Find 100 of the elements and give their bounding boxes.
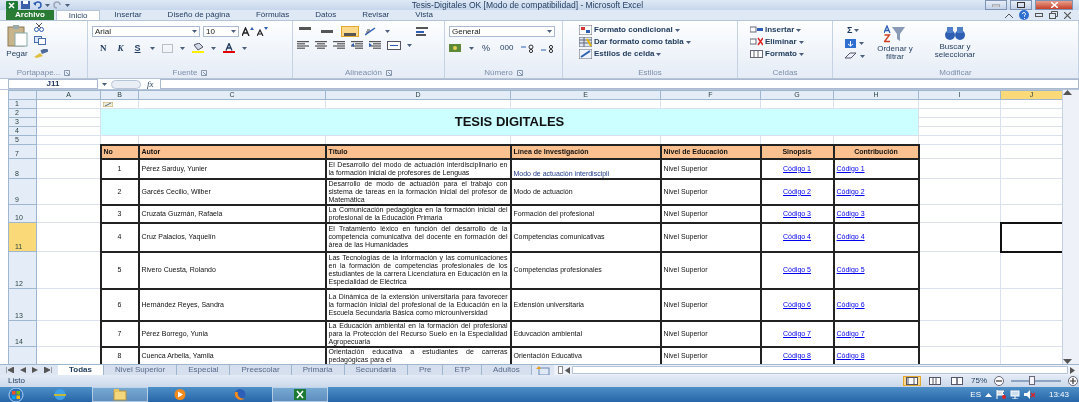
clipboard-icon	[6, 25, 28, 47]
minimize-icon	[992, 3, 1000, 7]
increase-decimal-icon[interactable]	[521, 43, 536, 53]
close-icon[interactable]	[1064, 11, 1071, 19]
view-button[interactable]	[927, 377, 943, 385]
dialog-launcher-icon[interactable]	[516, 70, 523, 76]
eraser-icon[interactable]	[845, 52, 857, 60]
vertical-align-button[interactable]	[341, 26, 359, 37]
font-color-icon[interactable]	[222, 43, 235, 53]
fill-color-icon[interactable]	[191, 43, 204, 53]
font-name-field[interactable]: Arial	[92, 26, 200, 37]
muted-speaker-icon[interactable]	[1023, 390, 1035, 399]
next-sheet-icon[interactable]	[32, 367, 38, 373]
zoom-level[interactable]: 75%	[971, 375, 987, 387]
close-button[interactable]	[1035, 0, 1073, 10]
caret-icon	[231, 30, 236, 33]
italic-button[interactable]: K	[115, 43, 126, 53]
taskbar-button[interactable]	[272, 387, 328, 402]
scroll-right-icon[interactable]	[1070, 366, 1075, 374]
align-center-icon[interactable]	[315, 41, 327, 50]
minimize-icon[interactable]	[1035, 13, 1043, 17]
find-select-button[interactable]: Buscar y seleccionar	[925, 23, 985, 68]
previous-sheet-icon[interactable]	[20, 367, 26, 373]
network-icon[interactable]	[1009, 390, 1020, 399]
cells-menu-button[interactable]: Formato	[748, 49, 828, 59]
input-language[interactable]: ES	[970, 388, 981, 401]
cells-menu-button[interactable]: Eliminar	[748, 37, 828, 47]
view-button[interactable]	[903, 376, 921, 386]
ribbon-tab[interactable]: Diseño de página	[155, 10, 242, 20]
font-size-field[interactable]: 10	[203, 26, 239, 37]
vertical-scrollbar[interactable]	[1062, 90, 1079, 364]
sort-filter-icon	[884, 25, 906, 43]
maximize-button[interactable]	[1010, 0, 1032, 10]
ribbon-tab[interactable]: Revisar	[350, 10, 402, 20]
save-icon[interactable]	[21, 1, 30, 9]
caret-icon	[860, 54, 865, 58]
wrap-text-icon[interactable]	[416, 27, 428, 36]
underline-button[interactable]: S	[132, 43, 143, 53]
clock[interactable]: 13:43	[1038, 388, 1079, 401]
cell-styles-icon	[579, 49, 592, 59]
view-button[interactable]	[949, 377, 965, 385]
align-left-icon[interactable]	[297, 41, 309, 50]
help-icon[interactable]	[1019, 10, 1029, 20]
percent-button[interactable]: %	[480, 43, 492, 53]
increase-indent-icon[interactable]	[369, 41, 381, 50]
caret-icon	[241, 46, 247, 50]
flag-icon[interactable]	[995, 390, 1006, 399]
brush-icon[interactable]	[34, 49, 48, 58]
first-sheet-icon[interactable]	[6, 367, 14, 373]
fill-icon[interactable]	[845, 39, 856, 48]
dialog-launcher-icon[interactable]	[64, 70, 71, 76]
folder-icon	[113, 388, 127, 401]
page-layout-icon	[929, 377, 941, 385]
cells-menu-button[interactable]: Insertar	[748, 25, 828, 35]
split-handle-icon[interactable]	[557, 366, 563, 374]
bold-button[interactable]: N	[98, 43, 109, 53]
ribbon-tab[interactable]: Insertar	[102, 10, 154, 20]
styles-menu-button[interactable]: Formato condicional	[577, 25, 733, 35]
caret-icon	[547, 30, 552, 33]
zoom-slider-thumb[interactable]	[1028, 376, 1035, 385]
name-box[interactable]: J11	[8, 79, 98, 89]
thousands-button[interactable]: 000	[498, 43, 516, 53]
merge-cells-icon[interactable]	[387, 41, 401, 50]
shrink-font-icon[interactable]	[257, 27, 268, 36]
caret-icon	[179, 46, 185, 50]
ribbon-tab[interactable]: Archivo	[6, 10, 54, 20]
decrease-indent-icon[interactable]	[351, 41, 363, 50]
excel-logo-icon	[6, 0, 18, 10]
last-sheet-icon[interactable]	[44, 367, 52, 373]
ribbon-tab[interactable]: Vista	[403, 10, 445, 20]
zoom-in-icon[interactable]	[1067, 376, 1079, 386]
caret-icon	[859, 42, 864, 45]
styles-menu-button[interactable]: Estilos de celda	[577, 49, 733, 59]
fox-globe-icon	[233, 388, 247, 401]
collapse-ribbon-icon[interactable]	[1005, 12, 1013, 18]
decrease-decimal-icon[interactable]	[541, 43, 556, 53]
dialog-launcher-icon[interactable]	[201, 70, 208, 76]
ribbon-tab[interactable]: Datos	[303, 10, 349, 20]
vertical-align-button[interactable]	[319, 27, 335, 36]
undo-icon[interactable]	[33, 1, 42, 9]
group-label: Número	[484, 67, 513, 79]
insert-function-button[interactable]: fx	[145, 79, 156, 89]
scissors-icon[interactable]	[34, 23, 44, 32]
ribbon-tab[interactable]: Fórmulas	[243, 10, 302, 20]
formula-field[interactable]	[159, 79, 1079, 89]
copy-icon[interactable]	[34, 36, 46, 45]
number-format-field[interactable]: General	[449, 26, 555, 37]
currency-icon[interactable]	[449, 43, 463, 53]
align-right-icon[interactable]	[333, 41, 345, 50]
restore-icon[interactable]	[1049, 11, 1058, 19]
dialog-launcher-icon[interactable]	[385, 70, 392, 76]
autosum-button[interactable]: Σ	[845, 25, 865, 35]
caret-icon	[798, 40, 804, 44]
sort-filter-button[interactable]: Ordenar y filtrar	[871, 23, 919, 68]
grow-font-icon[interactable]	[242, 27, 254, 36]
styles-menu-button[interactable]: Dar formato como tabla	[577, 37, 733, 47]
paste-button[interactable]: Pegar	[4, 23, 30, 68]
caret-icon	[65, 3, 70, 7]
show-hidden-icons-icon[interactable]	[984, 392, 992, 397]
zoom-out-icon[interactable]	[993, 376, 1005, 386]
